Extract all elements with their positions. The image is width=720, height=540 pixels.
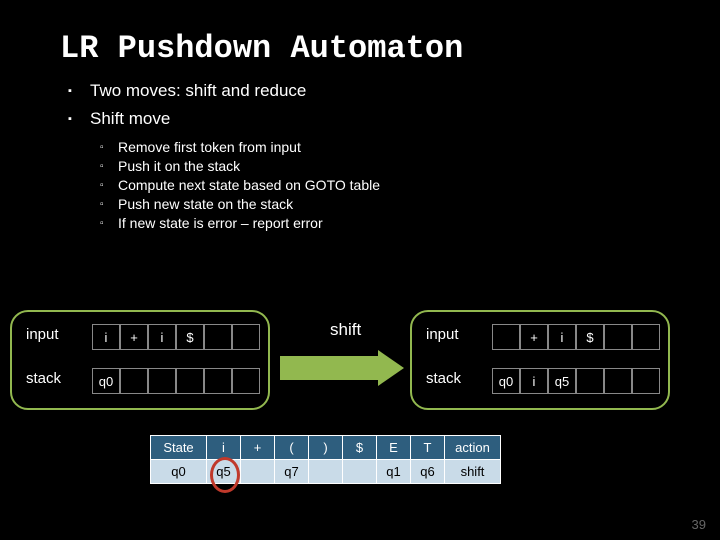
tape-cell-empty	[576, 368, 604, 394]
shift-label: shift	[330, 320, 361, 340]
stack-label: stack	[26, 370, 61, 387]
table-header: (	[275, 436, 309, 460]
table-cell: q0	[151, 460, 207, 484]
page-number: 39	[692, 517, 706, 532]
sub-bullet-item: If new state is error – report error	[118, 215, 720, 231]
tape-cell-empty	[232, 324, 260, 350]
tape-cell-empty	[604, 368, 632, 394]
table-header: E	[377, 436, 411, 460]
table-header: )	[309, 436, 343, 460]
tape-cell-empty	[632, 324, 660, 350]
tape-cell-empty	[232, 368, 260, 394]
table-header: $	[343, 436, 377, 460]
table-cell	[343, 460, 377, 484]
tape-cell: q0	[92, 368, 120, 394]
table-cell: shift	[445, 460, 501, 484]
table-header: +	[241, 436, 275, 460]
table-cell: q1	[377, 460, 411, 484]
tape-cell-empty	[492, 324, 520, 350]
stack-tape-right: q0 i q5	[492, 368, 660, 394]
bullet-item: Two moves: shift and reduce	[90, 81, 720, 101]
sub-bullet-item: Push new state on the stack	[118, 196, 720, 212]
stack-tape-left: q0	[92, 368, 260, 394]
input-tape-left: i + i $	[92, 324, 260, 350]
input-tape-right: + i $	[492, 324, 660, 350]
tape-cell: q5	[548, 368, 576, 394]
table-cell: q7	[275, 460, 309, 484]
parse-table: State i + ( ) $ E T action q0 q5 q7 q1 q…	[150, 435, 501, 484]
tape-cell-empty	[204, 324, 232, 350]
table-cell	[309, 460, 343, 484]
tape-cell: $	[176, 324, 204, 350]
slide-title: LR Pushdown Automaton	[0, 0, 720, 67]
tape-cell-empty	[120, 368, 148, 394]
table-header: T	[411, 436, 445, 460]
table-row: q0 q5 q7 q1 q6 shift	[151, 460, 501, 484]
tape-cell: q0	[492, 368, 520, 394]
table-cell	[241, 460, 275, 484]
table-header: State	[151, 436, 207, 460]
bullet-item: Shift move	[90, 109, 720, 129]
tape-cell: +	[120, 324, 148, 350]
tape-cell: $	[576, 324, 604, 350]
table-header: action	[445, 436, 501, 460]
tape-cell-empty	[176, 368, 204, 394]
tape-cell: i	[92, 324, 120, 350]
tape-cell: +	[520, 324, 548, 350]
tape-cell: i	[520, 368, 548, 394]
input-label: input	[426, 326, 459, 343]
input-label: input	[26, 326, 59, 343]
sub-bullet-item: Push it on the stack	[118, 158, 720, 174]
sub-bullet-item: Remove first token from input	[118, 139, 720, 155]
tape-cell-empty	[604, 324, 632, 350]
tape-cell-empty	[148, 368, 176, 394]
tape-cell: i	[548, 324, 576, 350]
table-cell: q6	[411, 460, 445, 484]
tape-cell-empty	[204, 368, 232, 394]
tape-cell-empty	[632, 368, 660, 394]
sub-bullet-item: Compute next state based on GOTO table	[118, 177, 720, 193]
stack-label: stack	[426, 370, 461, 387]
right-state-box: input + i $ stack q0 i q5	[410, 310, 670, 410]
table-header-row: State i + ( ) $ E T action	[151, 436, 501, 460]
highlight-circle-icon	[210, 457, 240, 493]
left-state-box: input i + i $ stack q0	[10, 310, 270, 410]
tape-cell: i	[148, 324, 176, 350]
table-header: i	[207, 436, 241, 460]
bullet-content: Two moves: shift and reduce Shift move R…	[0, 67, 720, 231]
